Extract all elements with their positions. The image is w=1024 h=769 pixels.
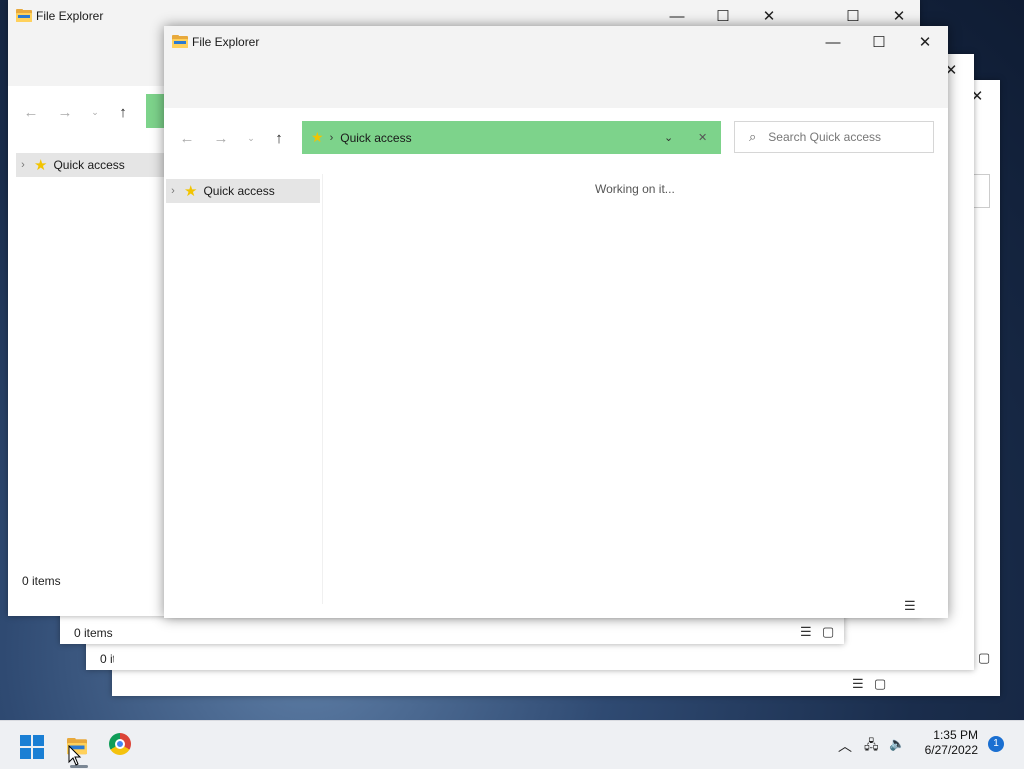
folder-icon xyxy=(16,9,32,22)
minimize-button[interactable]: — xyxy=(810,26,856,58)
address-dropdown-icon[interactable]: ⌄ xyxy=(664,131,673,144)
nav-quick-access[interactable]: › ★ Quick access xyxy=(166,179,320,203)
tile-view-icon-2[interactable]: ▢ xyxy=(978,651,994,665)
window-title: File Explorer xyxy=(192,35,260,49)
maximize-button[interactable]: ☐ xyxy=(856,26,902,58)
nav-label: Quick access xyxy=(203,184,275,198)
tile-view-icon[interactable]: ▢ xyxy=(822,625,838,639)
breadcrumb-chevron-icon: › xyxy=(329,131,334,144)
star-icon: ★ xyxy=(34,157,48,174)
address-bar[interactable]: ★ › Quick access ⌄ ✕ xyxy=(302,121,721,154)
desktop: ✕ ☰ ▢ ▢ ✕ 0 items 0 items ☰ ▢ File Explo… xyxy=(0,0,1024,720)
window-title: File Explorer xyxy=(36,9,104,23)
star-icon: ★ xyxy=(184,183,198,200)
clock-date: 6/27/2022 xyxy=(924,743,978,757)
main-file-explorer-window[interactable]: File Explorer — ☐ ✕ ← → ⌄ ↑ ★ › Quick ac… xyxy=(164,26,948,618)
status-item-count: 0 items xyxy=(74,626,113,640)
list-view-icon[interactable]: ☰ xyxy=(800,625,816,639)
chrome-taskbar-icon[interactable] xyxy=(109,733,131,755)
search-icon: ⌕ xyxy=(749,129,757,144)
search-placeholder: Search Quick access xyxy=(768,130,881,144)
clock-time: 1:35 PM xyxy=(933,728,978,742)
taskbar: ︿ 🖧 🔈 xyxy=(0,720,1024,769)
notification-badge[interactable]: 1 xyxy=(988,736,1004,752)
clock[interactable]: 1:35 PM 6/27/2022 xyxy=(925,728,978,758)
status-item-count: 0 items xyxy=(100,652,114,666)
start-button[interactable] xyxy=(20,735,44,759)
up-arrow-icon[interactable]: ↑ xyxy=(256,122,302,154)
nav-quick-access[interactable]: › ★ Quick access xyxy=(16,153,166,177)
network-icon[interactable]: 🖧 xyxy=(864,736,879,758)
search-box[interactable]: ⌕ Search Quick access xyxy=(734,121,934,153)
volume-muted-icon[interactable]: 🔈 xyxy=(889,736,905,752)
nav-label: Quick access xyxy=(53,158,125,172)
status-item-count: 0 items xyxy=(22,574,61,588)
chevron-right-icon[interactable]: › xyxy=(16,159,30,171)
tile-view-icon[interactable]: ▢ xyxy=(874,677,890,691)
close-button[interactable]: ✕ xyxy=(902,26,948,58)
address-text: Quick access xyxy=(340,130,412,145)
star-icon: ★ xyxy=(311,129,324,145)
folder-icon xyxy=(172,35,188,48)
show-hidden-icons-chevron-icon[interactable]: ︿ xyxy=(838,736,852,756)
clear-address-icon[interactable]: ✕ xyxy=(698,131,707,144)
up-arrow-icon[interactable]: ↑ xyxy=(100,96,146,128)
pane-divider[interactable] xyxy=(322,174,323,604)
title-bar[interactable]: File Explorer — ☐ ✕ xyxy=(164,26,948,108)
mouse-cursor-icon xyxy=(68,745,82,766)
list-view-icon[interactable]: ☰ xyxy=(852,677,868,691)
content-status-message: Working on it... xyxy=(595,182,675,196)
details-view-icon[interactable]: ☰ xyxy=(904,599,920,613)
chevron-right-icon[interactable]: › xyxy=(166,185,180,197)
